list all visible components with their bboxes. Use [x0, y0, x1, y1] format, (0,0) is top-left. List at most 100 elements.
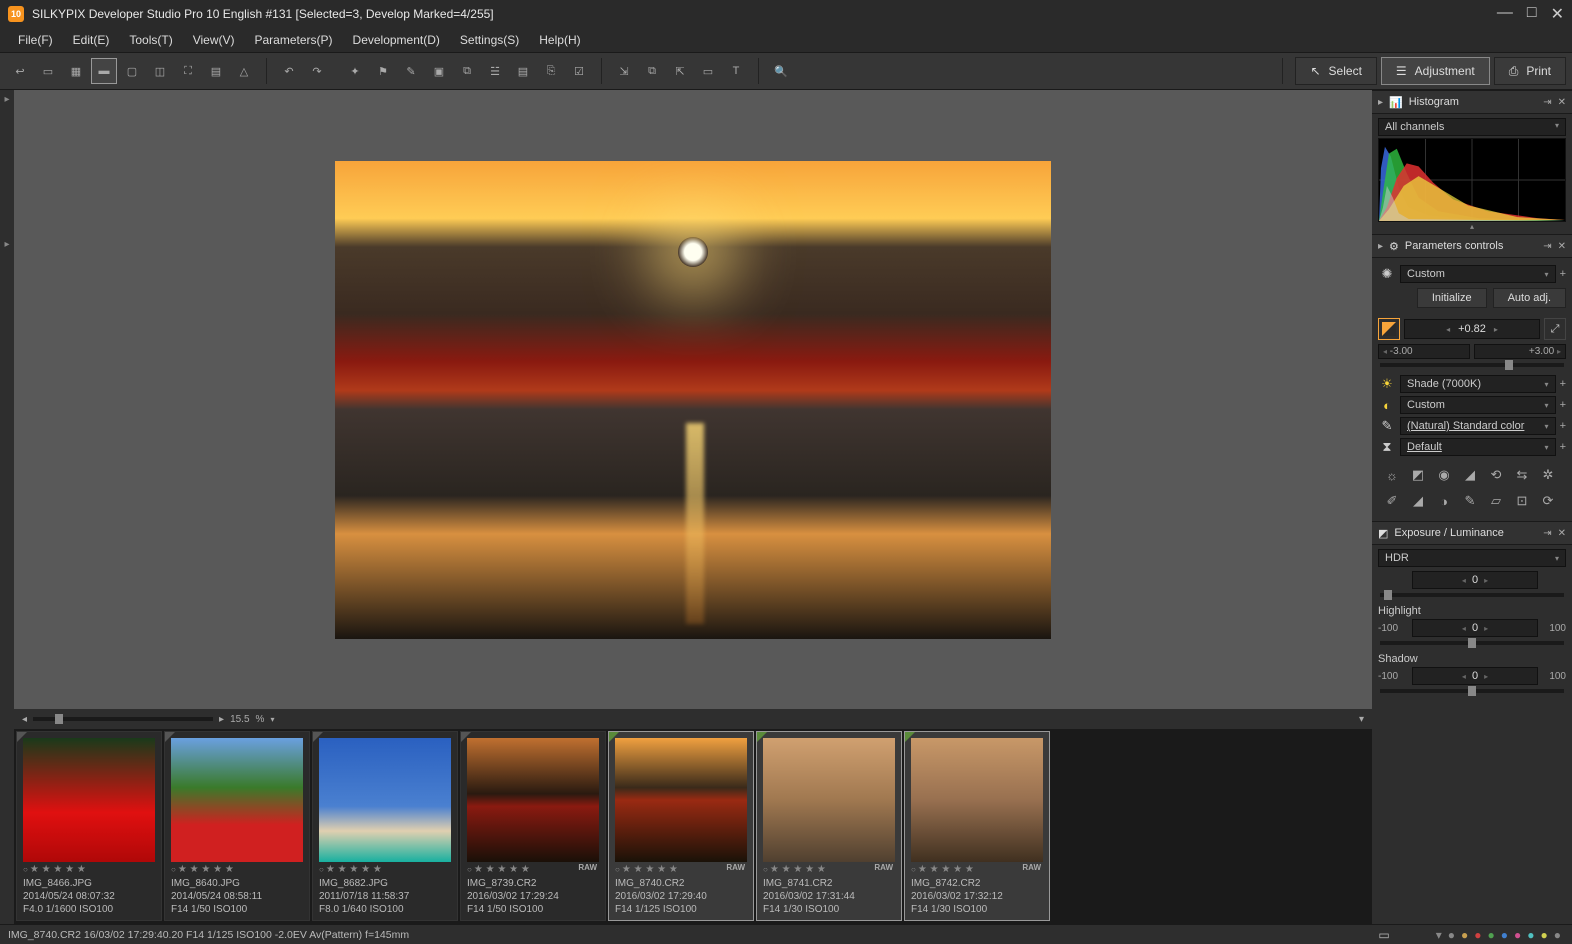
color-select[interactable]: (Natural) Standard color▾: [1400, 417, 1556, 435]
wb-add-icon[interactable]: +: [1560, 378, 1566, 390]
copy-icon[interactable]: ⎘: [538, 58, 564, 84]
text-icon[interactable]: T: [723, 58, 749, 84]
mode-print[interactable]: ⎙Print: [1494, 57, 1566, 85]
chevron-right-icon[interactable]: ▸: [1378, 241, 1383, 252]
rotate-icon[interactable]: ⟲: [1486, 465, 1506, 485]
hdr-mode-select[interactable]: HDR▾: [1378, 549, 1566, 567]
gear2-icon[interactable]: ✲: [1538, 465, 1558, 485]
menu-edit[interactable]: Edit(E): [63, 31, 120, 49]
folder-icon[interactable]: ▭: [35, 58, 61, 84]
autoadj-button[interactable]: Auto adj.: [1493, 288, 1566, 308]
search-icon[interactable]: 🔍: [768, 58, 794, 84]
nr-add-icon[interactable]: +: [1560, 441, 1566, 453]
panel-close-icon[interactable]: ✕: [1558, 241, 1566, 252]
menu-tools[interactable]: Tools(T): [119, 31, 182, 49]
maximize-button[interactable]: □: [1527, 4, 1537, 24]
shadow-stepper[interactable]: ◂0▸: [1412, 667, 1538, 685]
pin-icon[interactable]: ⇥: [1543, 241, 1551, 252]
highlight-stepper[interactable]: ◂0▸: [1412, 619, 1538, 637]
zoom-out-icon[interactable]: ◂: [22, 714, 27, 725]
exposure-value-stepper[interactable]: ◂+0.82▸: [1404, 319, 1540, 339]
exposure-expand-icon[interactable]: ⤢: [1544, 318, 1566, 340]
stack-icon[interactable]: ▤: [510, 58, 536, 84]
menu-file[interactable]: File(F): [8, 31, 63, 49]
export-icon[interactable]: ⇲: [611, 58, 637, 84]
perspective-icon[interactable]: ◢: [1408, 491, 1428, 511]
wand-icon[interactable]: ✦: [342, 58, 368, 84]
rating-stars[interactable]: ○ ★ ★ ★ ★ ★: [165, 864, 309, 875]
histogram-mode-select[interactable]: All channels▾: [1378, 118, 1566, 136]
hdr-stepper[interactable]: ◂0▸: [1412, 571, 1538, 589]
panel-close-icon[interactable]: ✕: [1558, 528, 1566, 539]
split-icon[interactable]: ◫: [147, 58, 173, 84]
expand-left2-icon[interactable]: ▸: [4, 239, 9, 250]
expand-left-icon[interactable]: ▸: [4, 94, 9, 105]
status-color-icon[interactable]: ●: [1448, 928, 1455, 942]
flip-icon[interactable]: ⇆: [1512, 465, 1532, 485]
status-color-icon[interactable]: ●: [1501, 928, 1508, 942]
filmstrip[interactable]: ○ ★ ★ ★ ★ ★ IMG_8466.JPG 2014/05/24 08:0…: [14, 729, 1372, 924]
panel-parameters-header[interactable]: ▸ ⚙ Parameters controls ⇥ ✕: [1372, 234, 1572, 258]
exposure-icon[interactable]: [1378, 318, 1400, 340]
lens-icon[interactable]: ◑: [1434, 491, 1454, 511]
hdr-slider[interactable]: [1380, 593, 1564, 597]
screen-icon[interactable]: ▭: [695, 58, 721, 84]
status-color-icon[interactable]: ●: [1474, 928, 1481, 942]
wb-select[interactable]: Shade (7000K)▾: [1400, 375, 1556, 393]
menu-development[interactable]: Development(D): [343, 31, 450, 49]
pin-icon[interactable]: ⇥: [1543, 528, 1551, 539]
back-icon[interactable]: ↩: [7, 58, 33, 84]
preset-select[interactable]: Custom▾: [1400, 265, 1556, 283]
color-add-icon[interactable]: +: [1560, 420, 1566, 432]
single-view-icon[interactable]: ▬: [91, 58, 117, 84]
rating-stars[interactable]: ○ ★ ★ ★ ★ ★: [313, 864, 457, 875]
status-color-icon[interactable]: ●: [1541, 928, 1548, 942]
nr-select[interactable]: Default▾: [1400, 438, 1556, 456]
status-color-icon[interactable]: ●: [1554, 928, 1561, 942]
shadow-slider[interactable]: [1380, 689, 1564, 693]
vignette-icon[interactable]: ◉: [1434, 465, 1454, 485]
status-monitor-icon[interactable]: ▭: [1378, 928, 1389, 942]
check-icon[interactable]: ☑: [566, 58, 592, 84]
highlight-icon[interactable]: ☼: [1382, 465, 1402, 485]
thumbnail[interactable]: RAW ○ ★ ★ ★ ★ ★ IMG_8742.CR2 2016/03/02 …: [904, 731, 1050, 921]
curve-icon[interactable]: ◩: [1408, 465, 1428, 485]
mode-adjustment[interactable]: ☰Adjustment: [1381, 57, 1490, 85]
redo-icon[interactable]: ↷: [304, 58, 330, 84]
zoom-in-icon[interactable]: ▸: [219, 714, 224, 725]
minimize-button[interactable]: —: [1497, 4, 1513, 24]
stamp-icon[interactable]: ▣: [426, 58, 452, 84]
chevron-right-icon[interactable]: ▸: [1378, 97, 1383, 108]
layers-icon[interactable]: ☱: [482, 58, 508, 84]
link-icon[interactable]: ⧉: [454, 58, 480, 84]
menu-parameters[interactable]: Parameters(P): [245, 31, 343, 49]
batch-icon[interactable]: ⧉: [639, 58, 665, 84]
crop-icon[interactable]: ⊡: [1512, 491, 1532, 511]
undo-icon[interactable]: ↶: [276, 58, 302, 84]
zoom-dropdown-icon[interactable]: ▾: [270, 715, 274, 724]
highlight-slider[interactable]: [1380, 641, 1564, 645]
warn-icon[interactable]: △: [231, 58, 257, 84]
tone-select[interactable]: Custom▾: [1400, 396, 1556, 414]
status-color-icon[interactable]: ●: [1527, 928, 1534, 942]
menu-settings[interactable]: Settings(S): [450, 31, 529, 49]
upload-icon[interactable]: ⇱: [667, 58, 693, 84]
initialize-button[interactable]: Initialize: [1417, 288, 1487, 308]
grid-icon[interactable]: ▦: [63, 58, 89, 84]
preset-add-icon[interactable]: +: [1560, 268, 1566, 280]
refresh-icon[interactable]: ⟳: [1538, 491, 1558, 511]
pin-icon[interactable]: ⇥: [1543, 97, 1551, 108]
expand-filmstrip-icon[interactable]: ▾: [1359, 714, 1364, 725]
status-color-icon[interactable]: ●: [1488, 928, 1495, 942]
thumbnail[interactable]: ○ ★ ★ ★ ★ ★ IMG_8466.JPG 2014/05/24 08:0…: [16, 731, 162, 921]
sharpen-icon[interactable]: ◢: [1460, 465, 1480, 485]
thumbnail[interactable]: ○ ★ ★ ★ ★ ★ IMG_8640.JPG 2014/05/24 08:5…: [164, 731, 310, 921]
thumbnail[interactable]: RAW ○ ★ ★ ★ ★ ★ IMG_8741.CR2 2016/03/02 …: [756, 731, 902, 921]
frame-icon[interactable]: ▢: [119, 58, 145, 84]
panel-close-icon[interactable]: ✕: [1558, 97, 1566, 108]
rating-stars[interactable]: ○ ★ ★ ★ ★ ★: [17, 864, 161, 875]
eyedrop-icon[interactable]: ✎: [1460, 491, 1480, 511]
status-color-icon[interactable]: ●: [1514, 928, 1521, 942]
panel-exposure-header[interactable]: ◩ Exposure / Luminance ⇥ ✕: [1372, 521, 1572, 545]
status-color-icon[interactable]: ●: [1461, 928, 1468, 942]
